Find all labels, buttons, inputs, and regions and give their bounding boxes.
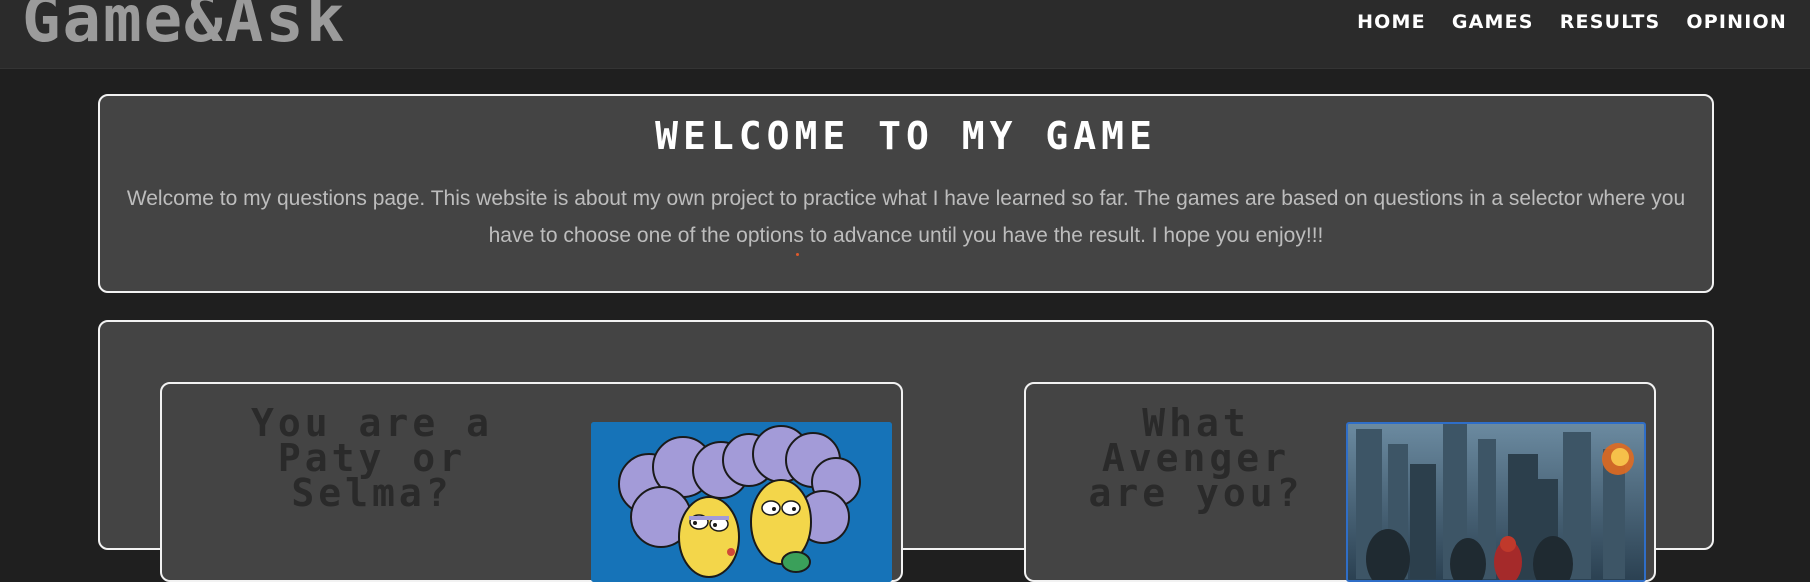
decorative-dot bbox=[796, 253, 799, 256]
nav-games-link[interactable]: GAMES bbox=[1452, 10, 1534, 34]
avengers-illustration bbox=[1348, 424, 1644, 580]
main-nav: HOME GAMES RESULTS OPINION bbox=[1357, 10, 1787, 34]
welcome-panel: WELCOME TO MY GAME Welcome to my questio… bbox=[98, 94, 1714, 293]
welcome-text: Welcome to my questions page. This websi… bbox=[126, 187, 1686, 247]
nav-home-link[interactable]: HOME bbox=[1357, 10, 1426, 34]
welcome-title: WELCOME TO MY GAME bbox=[655, 114, 1157, 158]
games-panel: You are a Paty or Selma? What Avenger ar… bbox=[98, 320, 1714, 582]
nav-results-link[interactable]: RESULTS bbox=[1560, 10, 1661, 34]
brand-logo[interactable]: Game&Ask bbox=[22, 0, 346, 52]
game-card-title[interactable]: You are a Paty or Selma? bbox=[222, 404, 522, 512]
game-card-title[interactable]: What Avenger are you? bbox=[1056, 404, 1336, 512]
nav-opinion-link[interactable]: OPINION bbox=[1686, 10, 1787, 34]
simpsons-patty-selma-image[interactable] bbox=[591, 422, 892, 582]
game-card-patty-selma[interactable]: You are a Paty or Selma? bbox=[160, 382, 903, 582]
site-header: Game&Ask HOME GAMES RESULTS OPINION bbox=[0, 0, 1810, 69]
avengers-team-image[interactable] bbox=[1346, 422, 1646, 582]
simpsons-illustration bbox=[591, 422, 892, 582]
game-card-avengers[interactable]: What Avenger are you? bbox=[1024, 382, 1656, 582]
